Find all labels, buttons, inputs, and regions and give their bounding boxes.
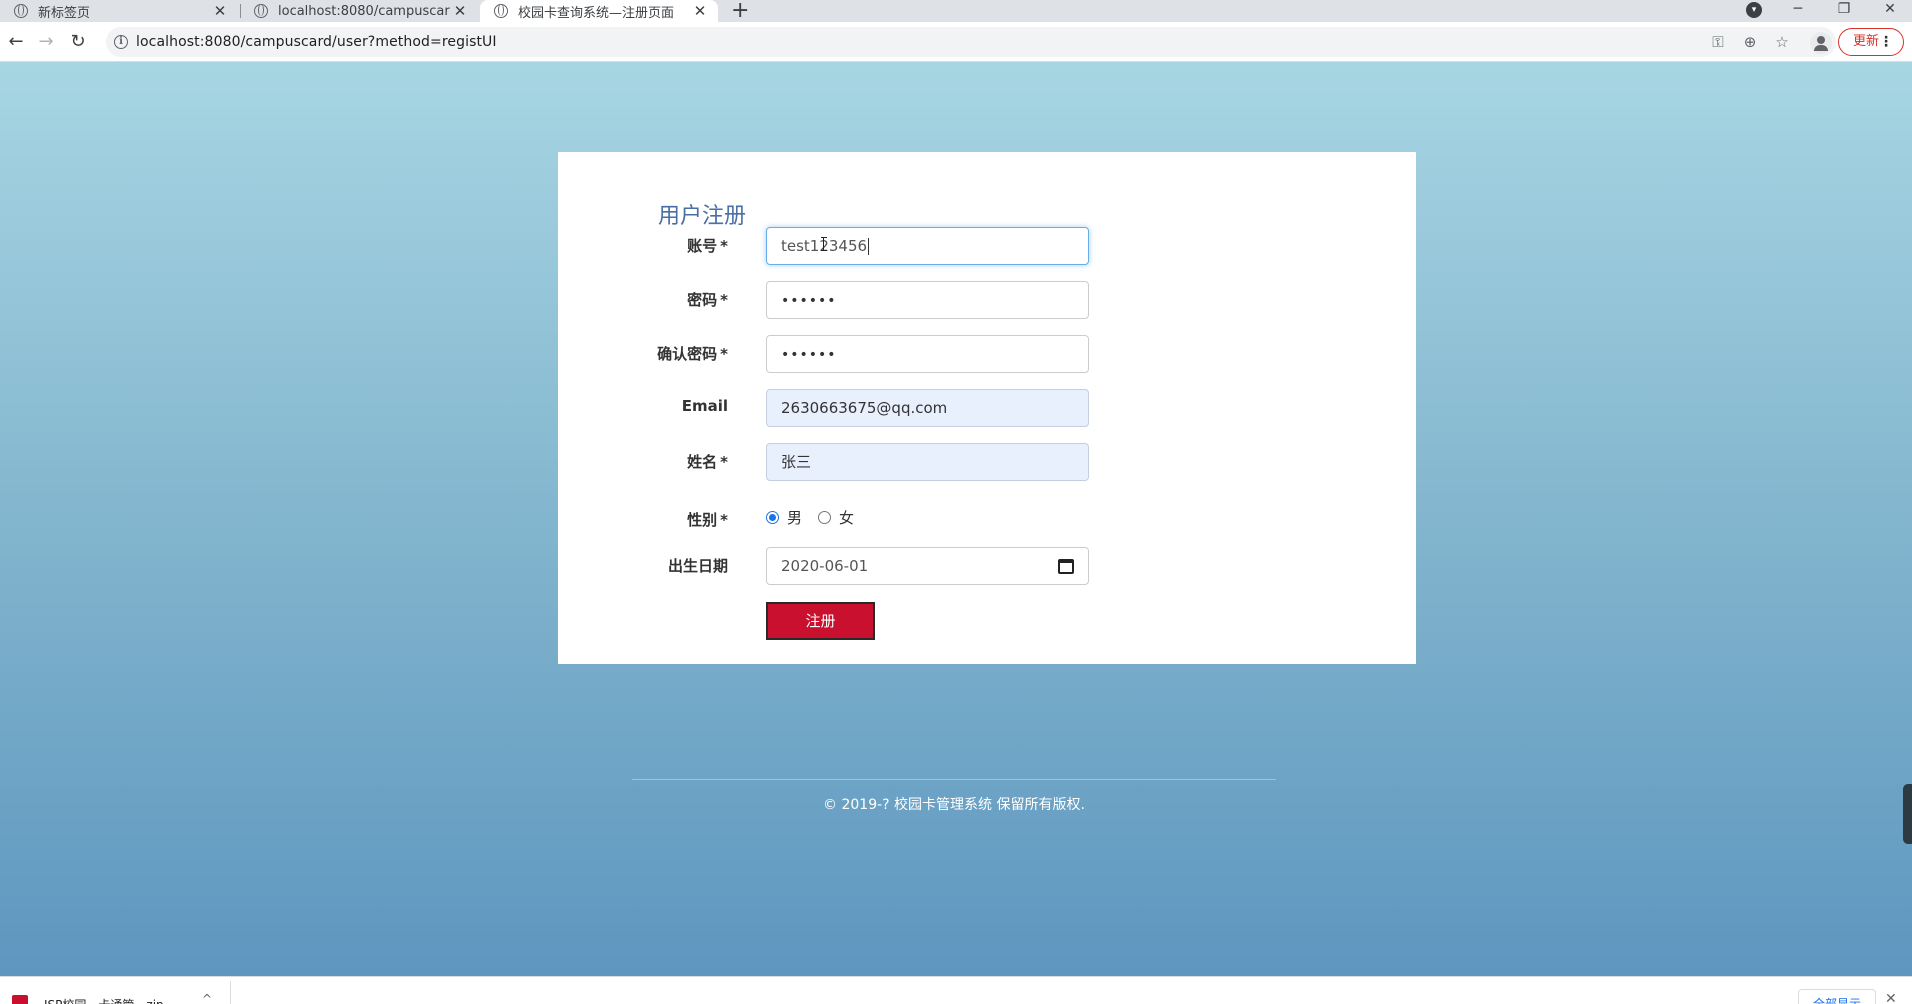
birthdate-label: 出生日期 — [667, 557, 728, 575]
update-button[interactable]: 更新 ⋮ — [1838, 28, 1904, 56]
tab-new-tab-page[interactable]: 新标签页 ✕ — [0, 0, 238, 22]
tab-search-icon[interactable]: ▾ — [1746, 2, 1762, 18]
account-input[interactable]: test123456 — [766, 227, 1089, 265]
globe-icon — [14, 4, 28, 18]
show-all-downloads-button[interactable]: 全部显示 — [1798, 989, 1876, 1004]
globe-icon — [254, 4, 268, 18]
register-button[interactable]: 注册 — [766, 602, 875, 640]
footer-divider — [632, 779, 1276, 780]
password-input[interactable]: •••••• — [766, 281, 1089, 319]
close-tab-icon[interactable]: ✕ — [450, 2, 470, 20]
profile-avatar-icon[interactable] — [1810, 32, 1832, 54]
page-background: 用户注册 账号 * test123456 密码 * •••••• 确认密码 * •••… — [0, 62, 1912, 976]
reload-button[interactable]: ↻ — [66, 30, 90, 54]
restore-button[interactable]: ❐ — [1824, 0, 1864, 22]
zip-file-icon — [12, 995, 28, 1004]
globe-icon — [494, 4, 508, 18]
close-tab-icon[interactable]: ✕ — [210, 2, 230, 20]
required-mark: * — [720, 453, 728, 471]
close-download-bar-icon[interactable]: ✕ — [1885, 991, 1897, 1004]
required-mark: * — [720, 511, 728, 529]
menu-kebab-icon: ⋮ — [1879, 34, 1894, 50]
footer-copyright: © 2019-? 校园卡管理系统 保留所有版权. — [823, 797, 1085, 813]
gender-female-radio[interactable] — [818, 510, 832, 524]
tab-title: 校园卡查询系统—注册页面 — [518, 5, 675, 21]
confirm-password-label: 确认密码 * — [558, 343, 728, 364]
tab-strip: 新标签页 ✕ localhost:8080/campuscard/ac ✕ 校园… — [0, 0, 1912, 23]
form-title: 用户注册 — [658, 204, 747, 229]
back-button[interactable]: ← — [4, 30, 28, 54]
minimize-button[interactable]: ─ — [1778, 0, 1818, 22]
zoom-icon[interactable]: ⊕ — [1740, 33, 1760, 51]
gender-male-label[interactable]: 男 — [787, 507, 802, 528]
account-label: 账号 * — [558, 235, 728, 256]
birthdate-input[interactable]: 2020-06-01 — [766, 547, 1089, 585]
download-item-name[interactable]: JSP校园一卡通管…zip — [44, 996, 164, 1004]
tab-title: localhost:8080/campuscard/ac — [278, 3, 450, 19]
confirm-password-label-text: 确认密码 — [657, 345, 718, 363]
required-mark: * — [720, 237, 728, 255]
download-separator — [230, 981, 231, 1004]
tab-title: 新标签页 — [38, 5, 91, 21]
bookmark-star-icon[interactable]: ☆ — [1772, 33, 1792, 51]
gender-label: 性别 * — [558, 509, 728, 530]
password-label: 密码 * — [558, 289, 728, 310]
required-mark: * — [720, 345, 728, 363]
close-tab-icon[interactable]: ✕ — [690, 2, 710, 20]
calendar-icon[interactable] — [1058, 559, 1074, 574]
new-tab-button[interactable]: + — [731, 0, 749, 23]
name-value: 张三 — [781, 453, 812, 471]
gender-label-text: 性别 — [687, 511, 718, 529]
gender-radio-group: 男 女 — [766, 506, 854, 528]
browser-toolbar: ← → ↻ i localhost:8080/campuscard/user?m… — [0, 22, 1912, 62]
url-text[interactable]: localhost:8080/campuscard/user?method=re… — [136, 34, 497, 50]
password-label-text: 密码 — [687, 291, 718, 309]
confirm-password-input[interactable]: •••••• — [766, 335, 1089, 373]
forward-button[interactable]: → — [34, 30, 58, 54]
account-label-text: 账号 — [687, 237, 718, 255]
chevron-up-icon[interactable]: ^ — [202, 992, 212, 1004]
name-label: 姓名 * — [558, 451, 728, 472]
ibeam-cursor-icon — [821, 237, 827, 251]
close-window-button[interactable]: ✕ — [1870, 0, 1910, 22]
key-icon[interactable]: ⚿ — [1708, 33, 1728, 51]
email-input[interactable]: 2630663675@qq.com — [766, 389, 1089, 427]
email-label: Email — [681, 397, 728, 415]
text-caret — [868, 238, 870, 255]
register-form-card: 用户注册 账号 * test123456 密码 * •••••• 确认密码 * •••… — [558, 152, 1416, 664]
tab-localhost[interactable]: localhost:8080/campuscard/ac ✕ — [240, 0, 478, 22]
email-value: 2630663675@qq.com — [781, 399, 948, 417]
confirm-password-value: •••••• — [781, 347, 837, 363]
site-info-icon[interactable]: i — [114, 35, 128, 49]
required-mark: * — [720, 291, 728, 309]
birthdate-value: 2020-06-01 — [781, 557, 869, 575]
name-input[interactable]: 张三 — [766, 443, 1089, 481]
address-bar[interactable]: i localhost:8080/campuscard/user?method=… — [106, 27, 1836, 57]
gender-female-label[interactable]: 女 — [839, 507, 854, 528]
password-value: •••••• — [781, 293, 837, 309]
name-label-text: 姓名 — [687, 453, 718, 471]
gender-male-radio[interactable] — [766, 510, 779, 524]
tab-register-page[interactable]: 校园卡查询系统—注册页面 ✕ — [480, 0, 718, 22]
side-panel-handle[interactable] — [1903, 784, 1912, 844]
download-bar: JSP校园一卡通管…zip ^ 全部显示 ✕ — [0, 976, 1912, 1004]
update-label: 更新 — [1853, 34, 1880, 49]
